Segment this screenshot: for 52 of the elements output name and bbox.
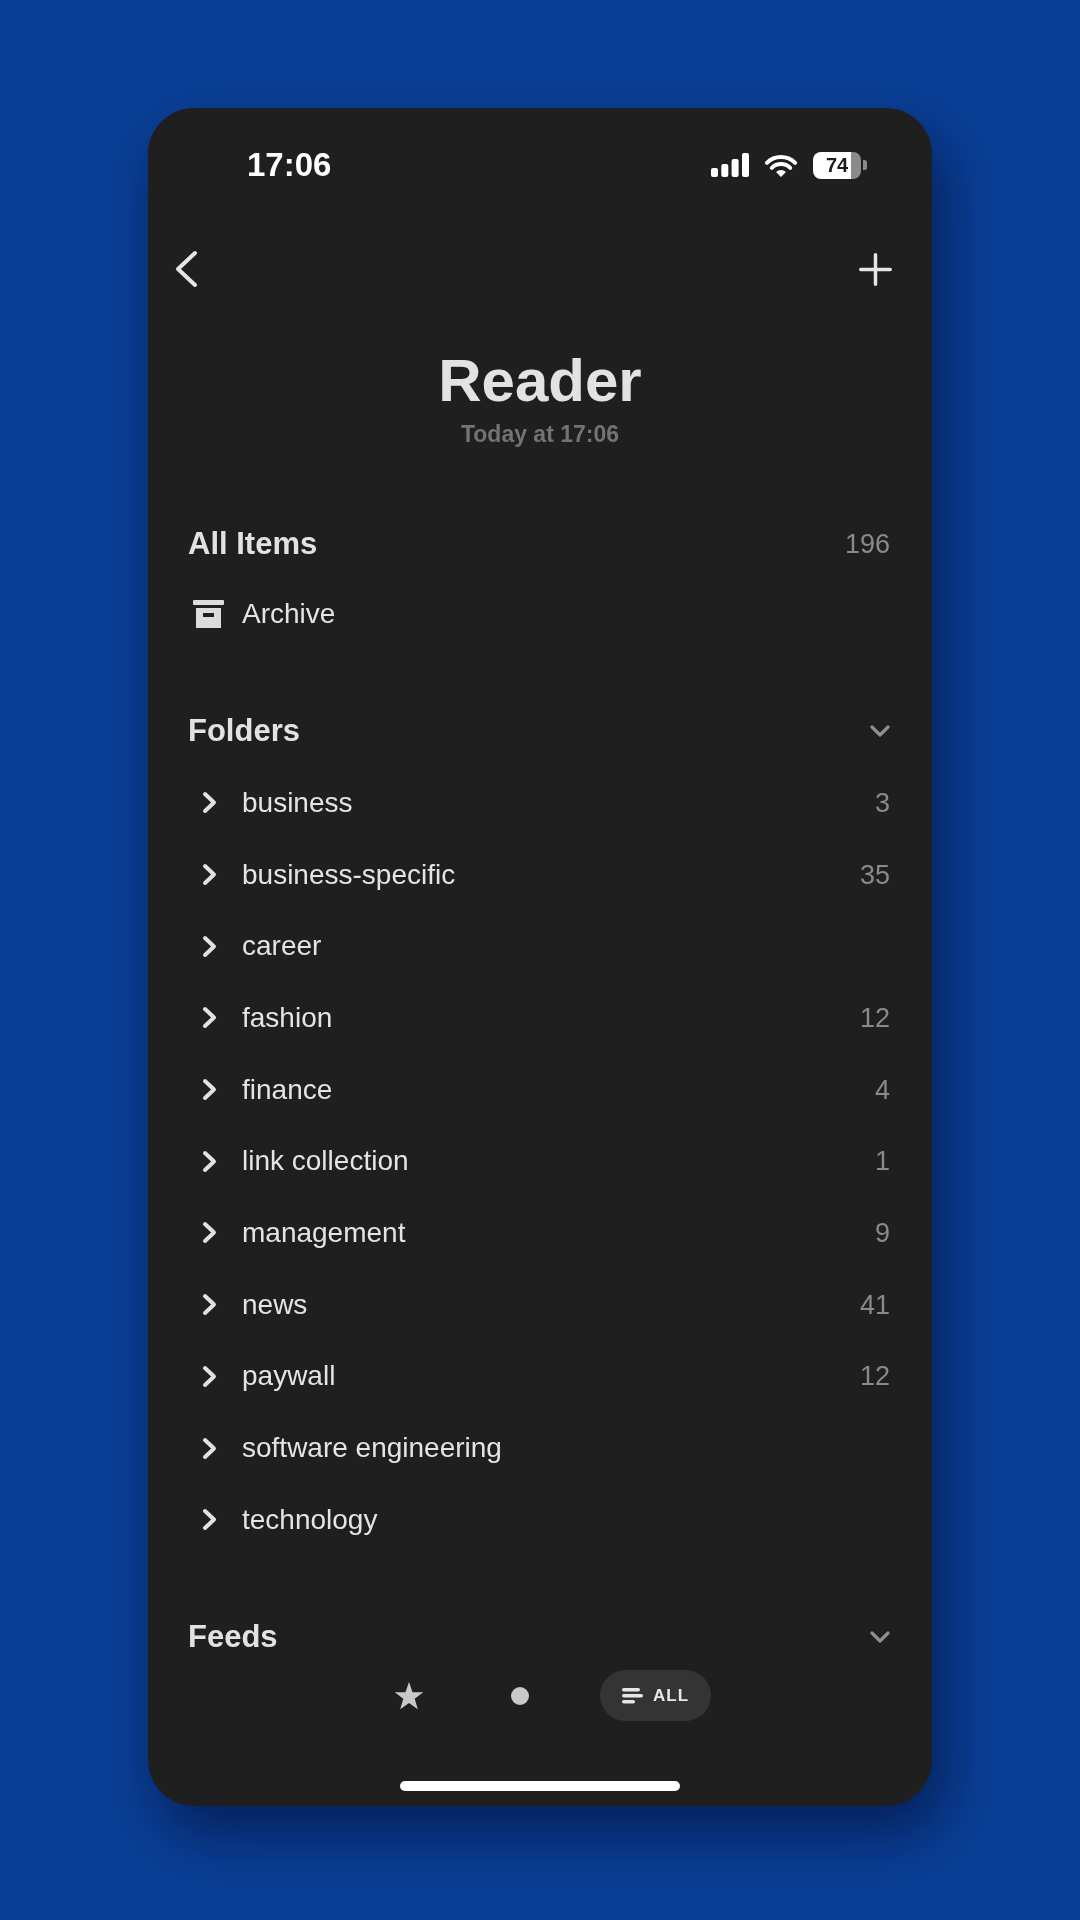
signal-bars-icon [711,153,749,177]
chevron-right-icon[interactable] [202,1149,217,1173]
folder-name[interactable]: finance [242,1072,333,1107]
wifi-icon [764,152,798,178]
unread-count: 1 [874,1145,890,1179]
chevron-right-icon[interactable] [202,1436,217,1460]
item-count: 196 [844,528,890,561]
chevron-right-icon[interactable] [202,1078,217,1102]
add-icon[interactable] [859,252,892,286]
unread-count: 12 [859,1001,890,1035]
chevron-right-icon[interactable] [202,934,217,958]
folder-name[interactable]: fashion [242,1000,333,1035]
unread-count: 4 [874,1073,890,1107]
section-title[interactable]: Folders [188,712,300,750]
folder-name[interactable]: management [242,1215,406,1250]
unread-count: 35 [859,858,890,892]
chevron-down-icon[interactable] [870,725,890,737]
folder-name[interactable]: paywall [242,1359,336,1394]
unread-count: 9 [874,1216,890,1250]
chevron-right-icon[interactable] [202,1221,217,1245]
filter-tab[interactable] [511,1686,529,1705]
page-title: Reader [438,346,642,416]
unread-count: 3 [874,786,890,820]
folder-name[interactable]: news [242,1287,308,1322]
all-items-label[interactable]: All Items [188,525,318,563]
dot-icon [511,1686,529,1705]
chevron-down-icon[interactable] [870,1630,890,1643]
filter-tab[interactable]: ALL [600,1670,712,1721]
status-time: 17:06 [247,145,332,185]
battery-indicator: 74 [813,151,867,179]
chevron-right-icon[interactable] [202,791,217,815]
back-icon[interactable] [174,250,198,288]
last-updated-text: Today at 17:06 [460,420,620,449]
unread-count: 12 [859,1360,890,1394]
folder-name[interactable]: business [242,785,353,820]
unread-count: 41 [859,1288,890,1322]
lines-icon [622,1687,643,1704]
section-title[interactable]: Feeds [188,1617,278,1656]
folder-name[interactable]: career [242,929,322,964]
archive-box-icon [193,600,224,628]
folder-name[interactable]: software engineering [242,1431,502,1466]
folder-name[interactable]: technology [242,1502,378,1537]
chevron-right-icon[interactable] [202,1293,217,1317]
chevron-right-icon[interactable] [202,1508,217,1532]
chevron-right-icon[interactable] [202,863,217,887]
folder-name[interactable]: link collection [242,1144,409,1179]
chevron-right-icon[interactable] [202,1364,217,1388]
archive-label[interactable]: Archive [242,597,336,631]
chevron-right-icon[interactable] [202,1006,217,1030]
star-icon [394,1681,424,1710]
folder-name[interactable]: business-specific [242,857,456,892]
filter-tab[interactable] [394,1681,424,1710]
